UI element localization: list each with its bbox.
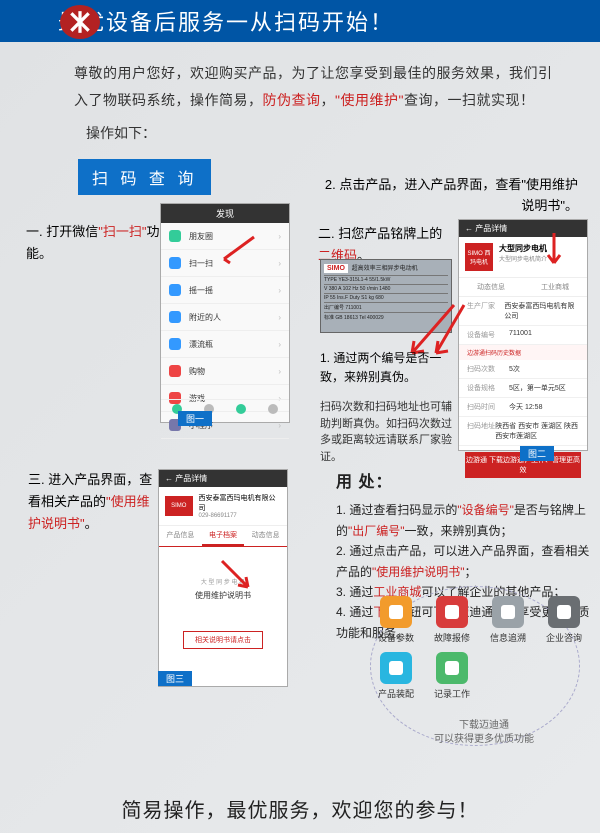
arrow-icon	[540, 231, 570, 271]
download-note: 下载迈迪通 可以获得更多优质功能	[404, 719, 564, 747]
app-icons: 设备参数 故障报修 信息追溯 企业咨询 产品装配 记录工作	[360, 596, 590, 708]
banner-title: 最优设备后服务一从扫码开始！	[58, 5, 394, 37]
figure-1-label: 图一	[178, 411, 212, 426]
figure-2-label: 图二	[520, 446, 554, 461]
note-2: 扫码次数和扫码地址也可辅助判断真伪。如扫码次数过多或距离较远请联系厂家验证。	[320, 399, 458, 465]
device-params-icon[interactable]	[380, 596, 412, 628]
record-work-icon[interactable]	[436, 652, 468, 684]
phone2-tabs[interactable]: 动态信息 工业商城	[459, 277, 587, 297]
simo-logo-icon: SIMO 西玛电机	[465, 243, 493, 271]
phone3-tabs[interactable]: 产品信息 电子档案 动态信息	[159, 525, 287, 547]
wechat-drift[interactable]: 漂流瓶›	[161, 331, 289, 358]
section-tag: 扫 码 查 询	[78, 159, 211, 195]
assembly-icon[interactable]	[380, 652, 412, 684]
step-2a-text: 2. 点击产品，进入产品界面，查看"使用维护说明书"。	[314, 175, 594, 217]
footer-text: 简易操作，最优服务，欢迎您的参与！	[0, 794, 600, 823]
arrow-icon	[218, 557, 258, 597]
fault-repair-icon[interactable]	[436, 596, 468, 628]
brand-logo	[60, 5, 100, 39]
simo-logo-icon: SIMO	[165, 496, 193, 516]
operation-label: 操作如下：	[0, 119, 600, 153]
step-1-text: 一. 打开微信"扫一扫"功能。	[26, 221, 162, 265]
note-1: 1. 通过两个编号是否一致，来辨别真伪。	[320, 349, 458, 387]
wechat-shake[interactable]: 摇一摇›	[161, 277, 289, 304]
enterprise-icon[interactable]	[548, 596, 580, 628]
step-3-text: 三. 进入产品界面，查看相关产品的"使用维护说明书"。	[28, 469, 160, 535]
manual-link-button[interactable]: 相关说明书请点击	[183, 631, 263, 649]
phone3-title: ← 产品详情	[159, 470, 287, 487]
wechat-shop[interactable]: 购物›	[161, 358, 289, 385]
intro-text: 尊敬的用户您好，欢迎购买产品，为了让您享受到最佳的服务效果，我们引入了物联码系统…	[0, 42, 600, 119]
uses-title: 用 处：	[336, 469, 592, 496]
wechat-nearby[interactable]: 附近的人›	[161, 304, 289, 331]
figure-3-label: 图三	[158, 671, 192, 686]
arrow-icon	[218, 235, 258, 265]
info-trace-icon[interactable]	[492, 596, 524, 628]
phone1-title: 发现	[161, 204, 289, 223]
